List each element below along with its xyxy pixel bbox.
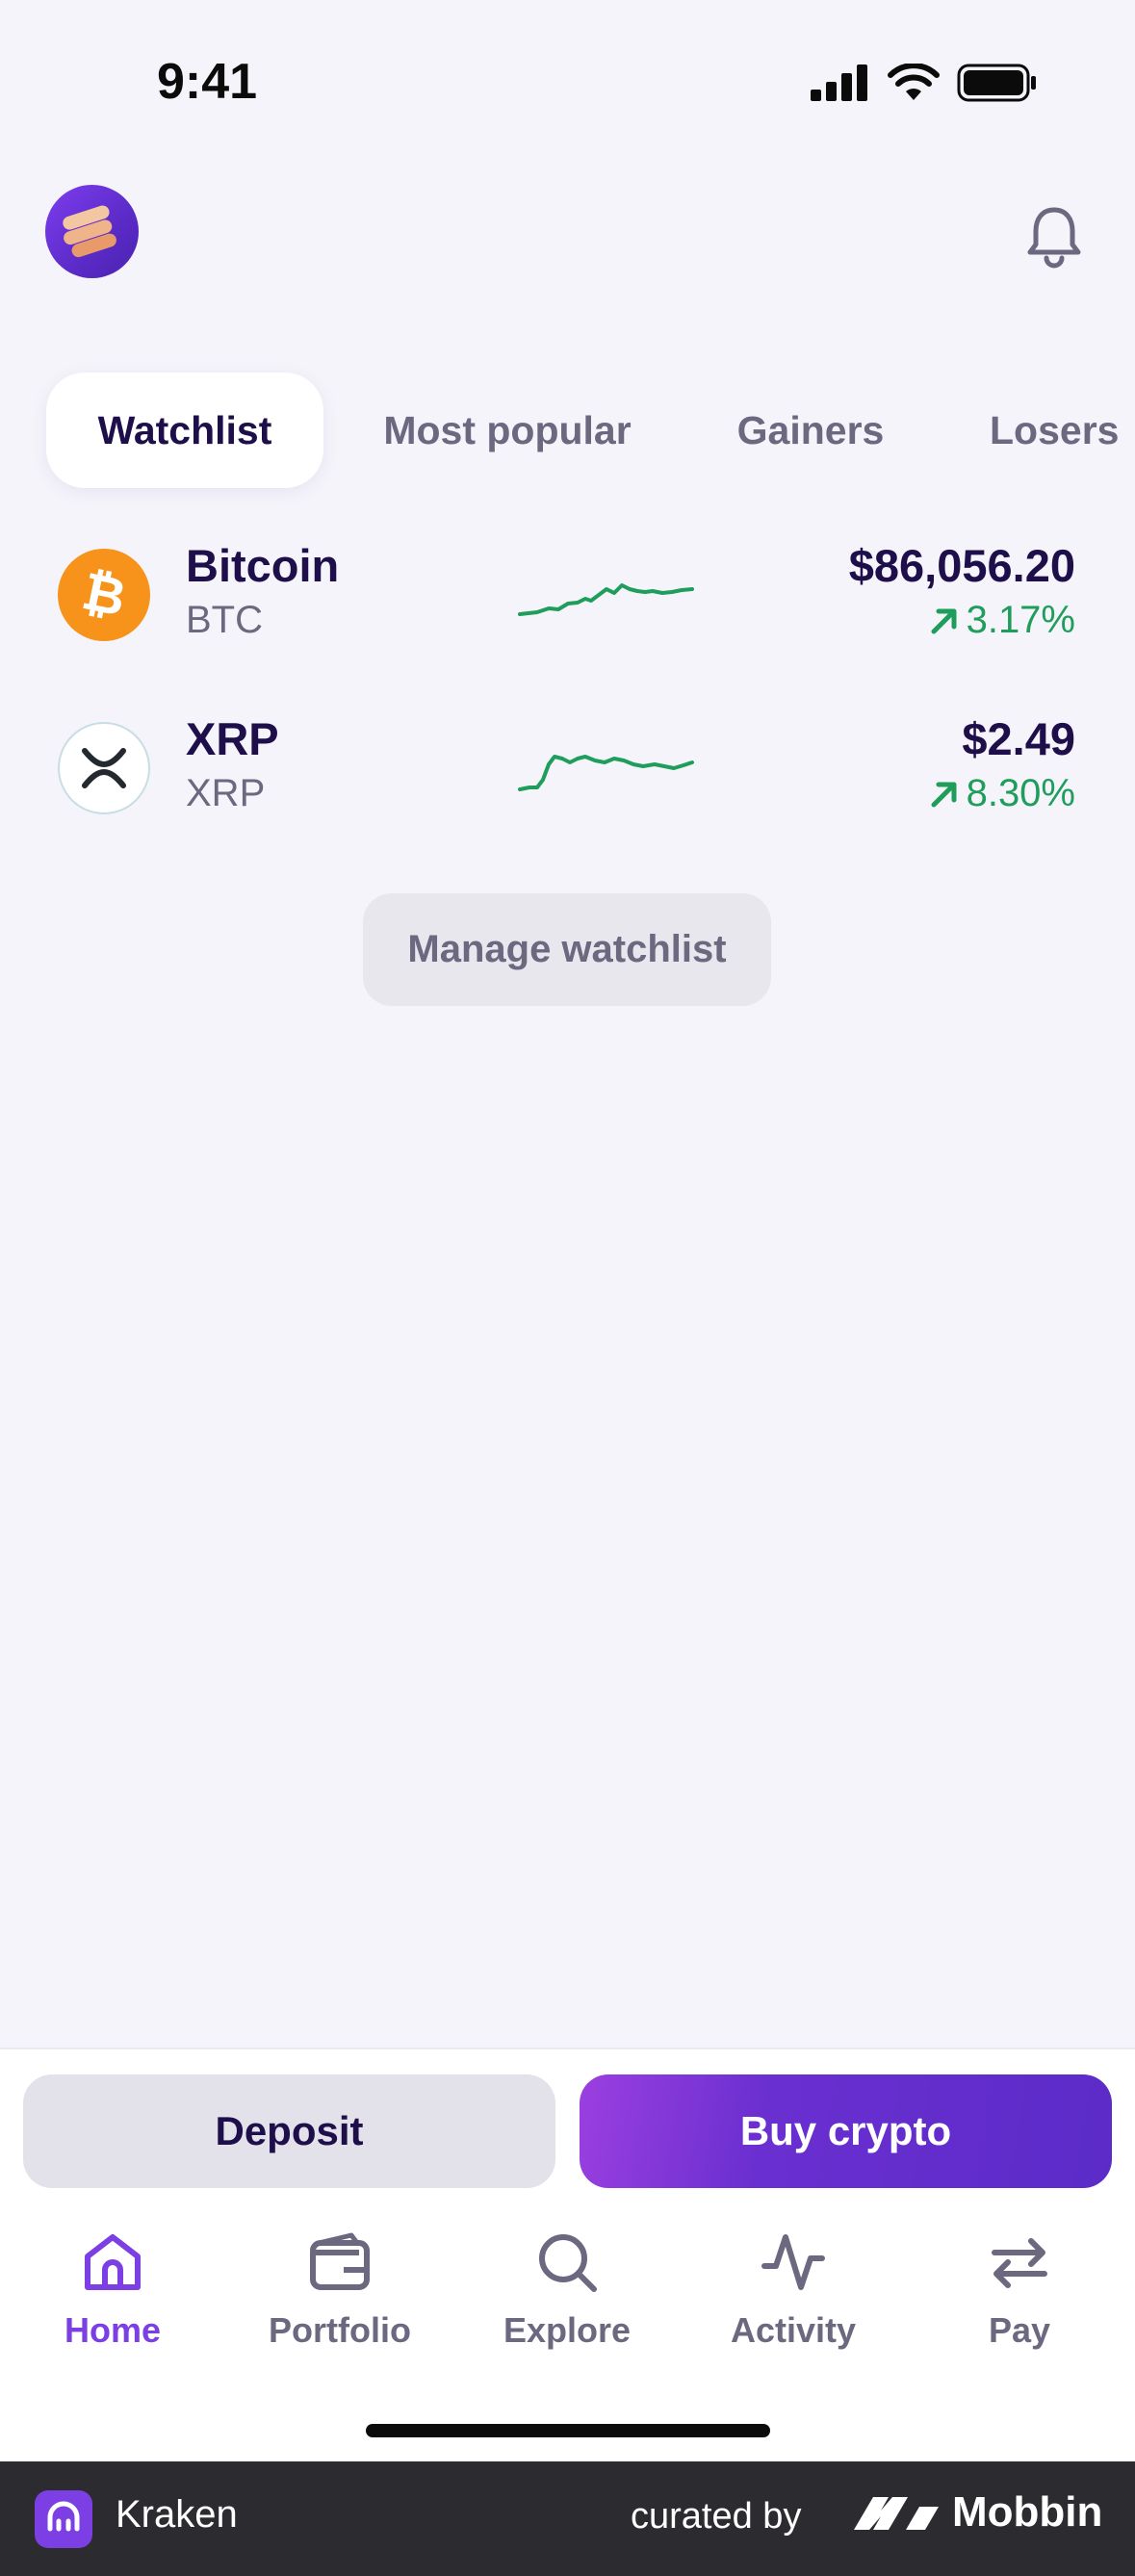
search-icon: [539, 2234, 597, 2292]
tab-most-popular[interactable]: Most popular: [366, 373, 649, 488]
status-time: 9:41: [157, 54, 258, 110]
signal-icon: [811, 64, 867, 101]
notification-bell-icon[interactable]: [1020, 202, 1088, 270]
watchlist-row-bitcoin[interactable]: ₿ Bitcoin BTC $86,056.20 3.17%: [0, 539, 1135, 683]
xrp-logo-icon: [58, 722, 150, 814]
activity-icon: [761, 2234, 825, 2290]
kraken-logo-icon: [35, 2490, 92, 2548]
bottom-navigation: Home Portfolio Explore Activity Pay: [0, 2228, 1135, 2382]
tab-watchlist[interactable]: Watchlist: [46, 373, 323, 488]
deposit-button[interactable]: Deposit: [23, 2074, 555, 2188]
mobbin-logo-icon: [854, 2497, 939, 2530]
asset-change: 3.17%: [928, 599, 1075, 642]
nav-label: Pay: [988, 2310, 1051, 2350]
market-tabs: Watchlist Most popular Gainers Losers: [0, 373, 1135, 488]
nav-item-explore[interactable]: Explore: [490, 2228, 644, 2382]
arrow-up-right-icon: [931, 782, 957, 807]
battery-icon: [957, 64, 1036, 102]
bitcoin-logo-icon: ₿: [58, 549, 150, 641]
header: [0, 183, 1135, 279]
nav-item-pay[interactable]: Pay: [942, 2228, 1096, 2382]
nav-item-activity[interactable]: Activity: [716, 2228, 870, 2382]
bottom-bar: Deposit Buy crypto Home Portfolio Explor…: [0, 2048, 1135, 2461]
asset-symbol: BTC: [186, 599, 263, 641]
footer-brand-name: Mobbin: [952, 2488, 1103, 2536]
mobbin-brand: Mobbin: [852, 2488, 1102, 2537]
footer-banner: Kraken curated by Mobbin: [0, 2461, 1135, 2576]
buy-crypto-button[interactable]: Buy crypto: [580, 2074, 1112, 2188]
transfer-icon: [992, 2238, 1047, 2288]
avatar[interactable]: [45, 185, 139, 278]
nav-label: Home: [64, 2310, 162, 2350]
asset-change-value: 8.30%: [966, 772, 1075, 814]
price-sparkline: [518, 755, 694, 791]
asset-price: $2.49: [962, 713, 1075, 764]
tab-losers[interactable]: Losers: [972, 373, 1135, 488]
nav-item-home[interactable]: Home: [36, 2228, 190, 2382]
price-sparkline: [518, 583, 694, 616]
asset-name: XRP: [186, 713, 279, 764]
avatar-illustration-icon: [63, 205, 116, 258]
footer-app-name: Kraken: [116, 2493, 238, 2536]
tab-gainers[interactable]: Gainers: [718, 373, 903, 488]
status-bar: 9:41: [0, 0, 1135, 164]
svg-text:₿: ₿: [77, 560, 131, 629]
home-icon: [85, 2234, 141, 2290]
asset-name: Bitcoin: [186, 540, 340, 591]
home-indicator: [366, 2424, 770, 2437]
footer-curated-by: curated by: [631, 2496, 802, 2537]
asset-change-value: 3.17%: [966, 599, 1075, 641]
nav-item-portfolio[interactable]: Portfolio: [263, 2228, 417, 2382]
asset-change: 8.30%: [928, 772, 1075, 815]
nav-label: Activity: [730, 2310, 857, 2350]
watchlist-row-xrp[interactable]: XRP XRP $2.49 8.30%: [0, 712, 1135, 857]
status-icons: [811, 64, 1038, 102]
wallet-icon: [310, 2232, 370, 2290]
arrow-up-right-icon: [931, 608, 957, 633]
nav-label: Portfolio: [269, 2310, 411, 2350]
asset-symbol: XRP: [186, 772, 266, 814]
manage-watchlist-button[interactable]: Manage watchlist: [363, 893, 771, 1006]
wifi-icon: [888, 64, 940, 100]
nav-label: Explore: [503, 2310, 632, 2350]
asset-price: $86,056.20: [848, 540, 1075, 591]
